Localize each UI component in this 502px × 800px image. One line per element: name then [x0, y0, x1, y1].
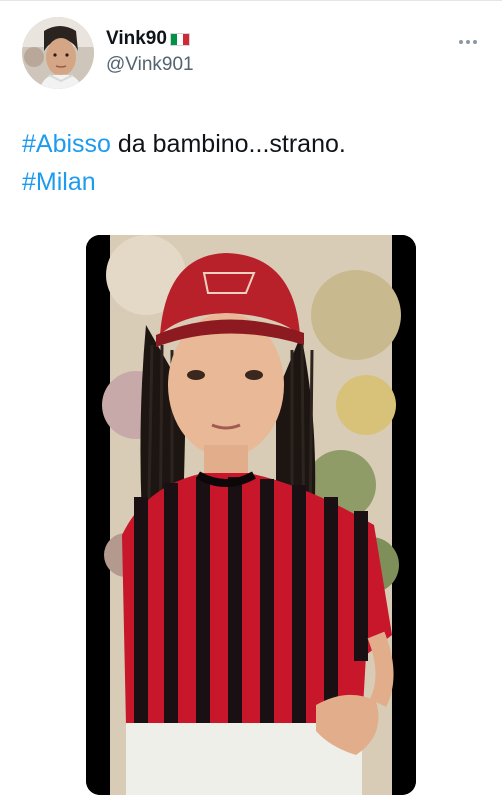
author-name-row[interactable]: Vink90 — [106, 28, 194, 50]
hashtag-link[interactable]: #Milan — [22, 168, 96, 196]
hashtag-link[interactable]: #Abisso — [22, 130, 111, 158]
avatar-image — [22, 17, 94, 89]
top-divider — [0, 0, 502, 1]
author-handle[interactable]: @Vink901 — [106, 53, 194, 77]
more-horizontal-icon — [473, 40, 477, 44]
tweet-text: #Abisso da bambino...strano. #Milan — [22, 125, 482, 201]
photo-image — [86, 235, 416, 795]
avatar[interactable] — [22, 17, 94, 89]
author-display-name[interactable]: Vink90 — [106, 28, 167, 50]
italy-flag-icon — [169, 32, 190, 46]
more-horizontal-icon — [466, 40, 470, 44]
tweet-body-text: da bambino...strano. — [110, 130, 346, 158]
more-options-button[interactable] — [455, 36, 481, 48]
tweet-photo[interactable] — [86, 235, 416, 795]
more-horizontal-icon — [459, 40, 463, 44]
tweet-author: Vink90 @Vink901 — [106, 28, 194, 77]
